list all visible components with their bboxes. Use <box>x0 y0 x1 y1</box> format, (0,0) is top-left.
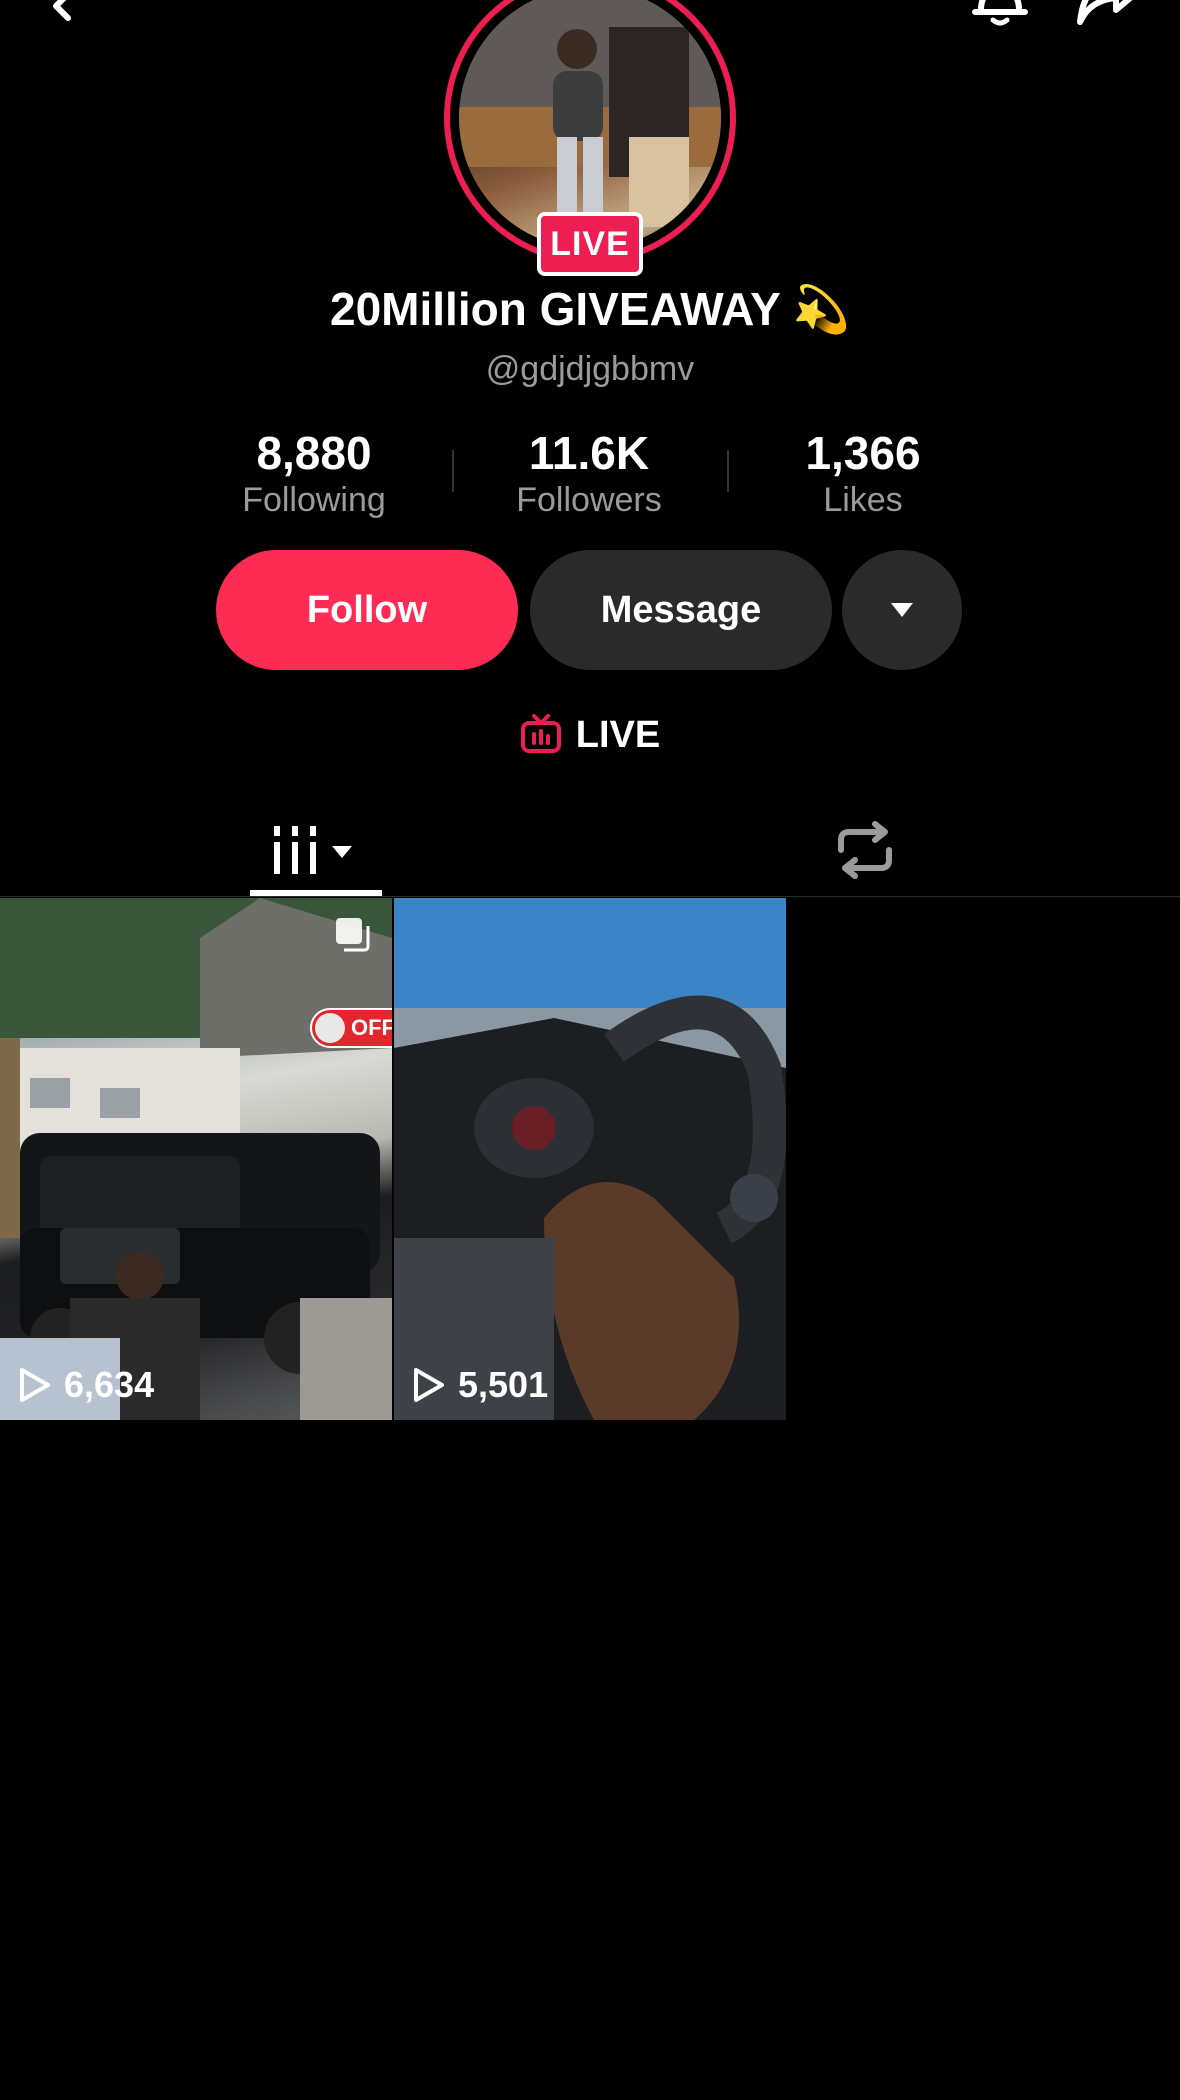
photo-stack-icon <box>336 918 370 952</box>
stat-divider <box>727 450 729 492</box>
display-name: 20Million GIVEAWAY 💫 <box>330 283 850 335</box>
notification-button[interactable] <box>965 0 1035 30</box>
play-icon <box>20 1368 50 1402</box>
live-link-label: LIVE <box>575 713 661 756</box>
play-icon <box>414 1368 444 1402</box>
following-label: Following <box>242 481 386 519</box>
username-handle: @gdjdjgbbmv <box>485 350 695 388</box>
bell-icon <box>972 0 1028 26</box>
repost-icon <box>838 821 892 879</box>
tv-live-icon <box>520 714 561 753</box>
live-link[interactable]: LIVE <box>0 705 1180 765</box>
live-badge[interactable]: LIVE <box>537 212 643 276</box>
follow-button[interactable]: Follow <box>216 550 518 670</box>
stat-followers[interactable]: 11.6K Followers <box>469 428 709 522</box>
followers-count: 11.6K <box>528 427 650 479</box>
following-count: 8,880 <box>256 427 372 479</box>
share-button[interactable] <box>1070 0 1150 30</box>
play-count-value: 5,501 <box>458 1364 549 1405</box>
off-badge: OFF <box>310 1008 392 1048</box>
share-arrow-icon <box>1077 0 1133 25</box>
video-thumbnail[interactable]: 5,501 <box>394 898 786 1420</box>
video-thumbnail-image <box>0 898 392 1420</box>
caret-down-icon <box>332 846 352 858</box>
video-thumbnail[interactable]: OFF 6,634 <box>0 898 392 1420</box>
back-button[interactable] <box>30 0 90 30</box>
stat-divider <box>452 450 454 492</box>
followers-label: Followers <box>516 481 662 519</box>
play-count: 6,634 <box>16 1360 154 1410</box>
caret-down-icon <box>891 603 913 617</box>
tab-divider <box>0 896 1180 897</box>
tab-reposts[interactable] <box>820 810 910 890</box>
play-count-value: 6,634 <box>64 1364 155 1405</box>
more-options-button[interactable] <box>842 550 962 670</box>
back-chevron-icon <box>53 0 71 21</box>
play-count: 5,501 <box>410 1360 548 1410</box>
message-button[interactable]: Message <box>530 550 832 670</box>
likes-label: Likes <box>823 481 903 519</box>
video-thumbnail-image <box>394 898 786 1420</box>
tab-videos[interactable] <box>250 810 382 890</box>
stat-likes[interactable]: 1,366 Likes <box>743 428 983 522</box>
likes-count: 1,366 <box>805 427 921 479</box>
grid-columns-icon <box>274 826 352 874</box>
stat-following[interactable]: 8,880 Following <box>194 428 434 522</box>
